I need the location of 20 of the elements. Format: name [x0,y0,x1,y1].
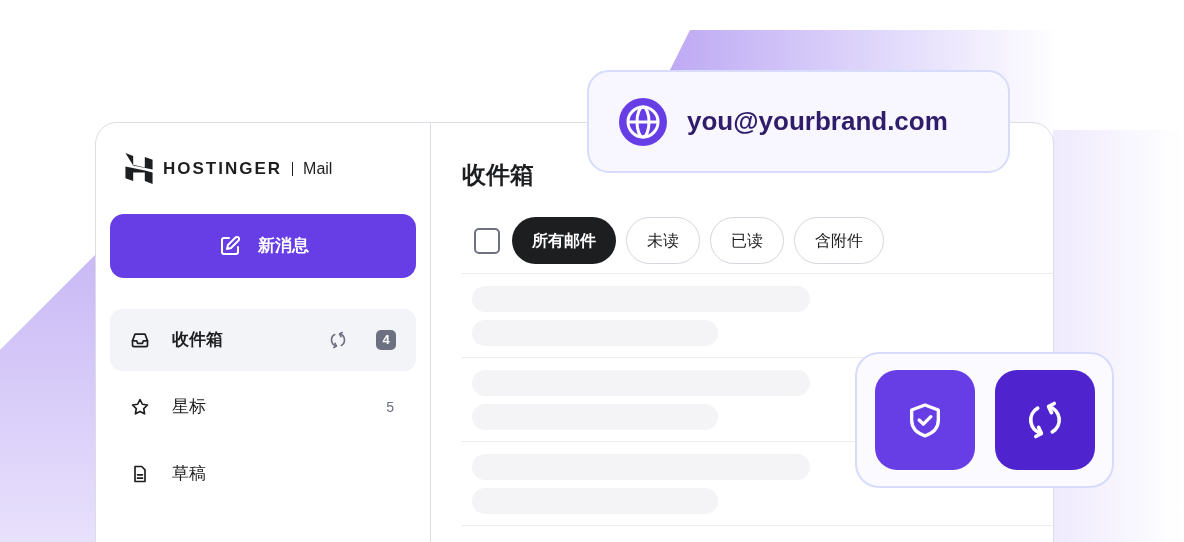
folder-label: 草稿 [172,463,207,486]
mailbox-title: 收件箱 [462,160,535,190]
compose-button[interactable]: 新消息 [110,214,416,278]
logo-icon [125,153,153,184]
folder-label: 星标 [172,396,207,419]
filter-chip[interactable]: 含附件 [794,217,884,264]
filter-chip[interactable]: 已读 [710,217,784,264]
unread-count: 4 [376,330,396,350]
inbox-icon [130,330,150,350]
folder-item[interactable]: 收件箱 4 [110,309,416,371]
globe-icon [619,97,667,146]
star-icon [130,397,150,417]
folder-label: 收件箱 [172,329,224,352]
select-all-checkbox[interactable] [474,227,500,254]
filter-chip[interactable]: 未读 [626,217,700,264]
product-name: Mail [303,158,333,179]
item-count: 5 [386,397,395,417]
filter-chip[interactable]: 所有邮件 [512,217,616,264]
email-address: you@yourbrand.com [687,105,948,138]
brand-name: HOSTINGER [163,157,283,180]
